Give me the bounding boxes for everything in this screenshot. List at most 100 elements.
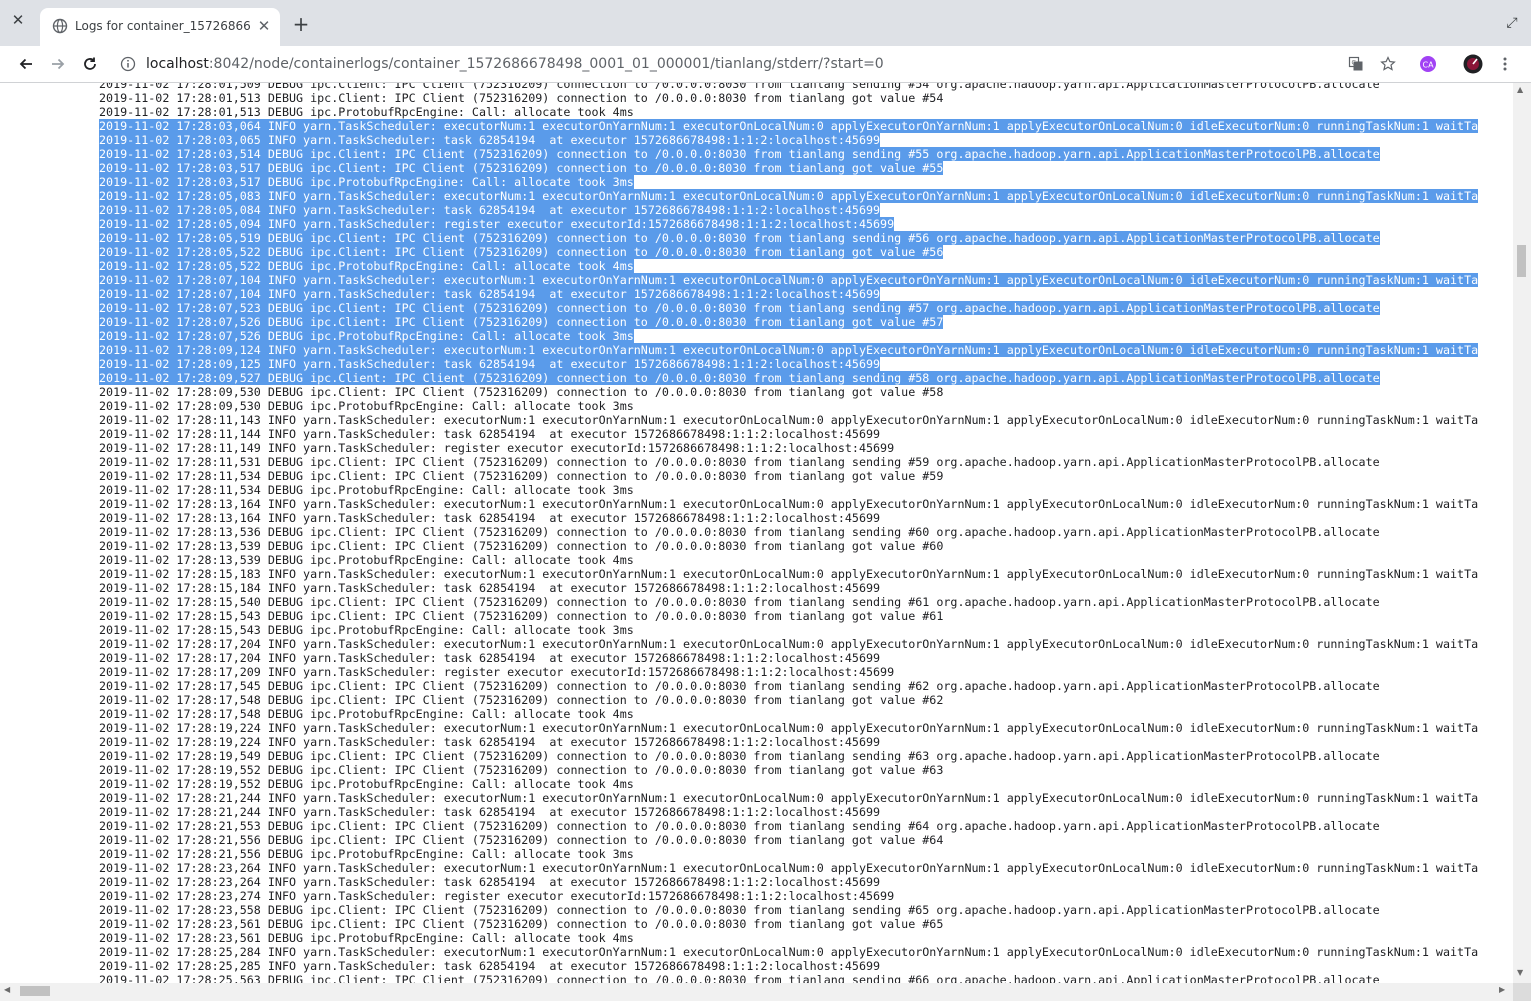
log-line: 2019-11-02 17:28:19,224 INFO yarn.TaskSc…: [99, 721, 1513, 735]
log-line-text-selected: 2019-11-02 17:28:09,125 INFO yarn.TaskSc…: [99, 357, 881, 371]
horizontal-scrollbar[interactable]: ◀ ▶: [0, 983, 1513, 1001]
log-line: 2019-11-02 17:28:21,244 INFO yarn.TaskSc…: [99, 805, 1513, 819]
log-line: 2019-11-02 17:28:07,526 DEBUG ipc.Client…: [99, 315, 1513, 329]
log-line: 2019-11-02 17:28:15,543 DEBUG ipc.Client…: [99, 609, 1513, 623]
menu-icon[interactable]: [1491, 50, 1519, 78]
log-line: 2019-11-02 17:28:09,527 DEBUG ipc.Client…: [99, 371, 1513, 385]
vertical-scrollbar[interactable]: ▲ ▼: [1513, 83, 1531, 983]
log-line-text: 2019-11-02 17:28:09,530 DEBUG ipc.Protob…: [99, 399, 634, 413]
log-line: 2019-11-02 17:28:05,519 DEBUG ipc.Client…: [99, 231, 1513, 245]
log-line: 2019-11-02 17:28:11,534 DEBUG ipc.Client…: [99, 469, 1513, 483]
log-line-text-selected: 2019-11-02 17:28:07,526 DEBUG ipc.Protob…: [99, 329, 634, 343]
log-line: 2019-11-02 17:28:25,285 INFO yarn.TaskSc…: [99, 959, 1513, 973]
log-line-text: 2019-11-02 17:28:01,509 DEBUG ipc.Client…: [99, 83, 1380, 91]
scroll-down-icon[interactable]: ▼: [1517, 968, 1523, 977]
forward-arrow-icon[interactable]: [44, 50, 72, 78]
url-host: localhost: [146, 56, 209, 72]
log-line-text: 2019-11-02 17:28:17,548 DEBUG ipc.Client…: [99, 693, 944, 707]
log-line-text-selected: 2019-11-02 17:28:07,104 INFO yarn.TaskSc…: [99, 287, 881, 301]
log-line-text: 2019-11-02 17:28:01,513 DEBUG ipc.Protob…: [99, 105, 634, 119]
log-line: 2019-11-02 17:28:17,545 DEBUG ipc.Client…: [99, 679, 1513, 693]
info-icon[interactable]: [120, 56, 136, 72]
log-line: 2019-11-02 17:28:11,531 DEBUG ipc.Client…: [99, 455, 1513, 469]
log-line-text: 2019-11-02 17:28:21,556 DEBUG ipc.Client…: [99, 833, 944, 847]
scroll-right-icon[interactable]: ▶: [1499, 985, 1505, 994]
log-line-text-selected: 2019-11-02 17:28:05,083 INFO yarn.TaskSc…: [99, 189, 1479, 203]
log-line: 2019-11-02 17:28:11,144 INFO yarn.TaskSc…: [99, 427, 1513, 441]
log-line-text: 2019-11-02 17:28:23,558 DEBUG ipc.Client…: [99, 903, 1380, 917]
log-line: 2019-11-02 17:28:19,552 DEBUG ipc.Protob…: [99, 777, 1513, 791]
log-line: 2019-11-02 17:28:25,563 DEBUG ipc.Client…: [99, 973, 1513, 983]
log-line: 2019-11-02 17:28:05,083 INFO yarn.TaskSc…: [99, 189, 1513, 203]
log-line-text: 2019-11-02 17:28:25,285 INFO yarn.TaskSc…: [99, 959, 881, 973]
star-icon[interactable]: [1374, 50, 1402, 78]
log-line-text: 2019-11-02 17:28:19,549 DEBUG ipc.Client…: [99, 749, 1380, 763]
address-bar[interactable]: localhost:8042/node/containerlogs/contai…: [146, 55, 884, 73]
log-line-text: 2019-11-02 17:28:25,563 DEBUG ipc.Client…: [99, 973, 1380, 983]
log-line-text: 2019-11-02 17:28:17,204 INFO yarn.TaskSc…: [99, 637, 1479, 651]
log-line: 2019-11-02 17:28:21,556 DEBUG ipc.Protob…: [99, 847, 1513, 861]
vertical-scroll-thumb[interactable]: [1517, 245, 1526, 277]
tab-strip-close-icon[interactable]: ✕: [8, 10, 28, 30]
log-line: 2019-11-02 17:28:21,244 INFO yarn.TaskSc…: [99, 791, 1513, 805]
scroll-left-icon[interactable]: ◀: [4, 985, 10, 994]
new-tab-button[interactable]: +: [290, 13, 312, 35]
log-line: 2019-11-02 17:28:23,264 INFO yarn.TaskSc…: [99, 875, 1513, 889]
log-line-text: 2019-11-02 17:28:19,552 DEBUG ipc.Client…: [99, 763, 944, 777]
log-line-text-selected: 2019-11-02 17:28:05,522 DEBUG ipc.Client…: [99, 245, 944, 259]
log-line-text: 2019-11-02 17:28:13,164 INFO yarn.TaskSc…: [99, 497, 1479, 511]
log-line-text-selected: 2019-11-02 17:28:05,084 INFO yarn.TaskSc…: [99, 203, 881, 217]
translate-icon[interactable]: G: [1342, 50, 1370, 78]
browser-tab[interactable]: Logs for container_1572686678498_0001_01…: [40, 8, 280, 46]
log-line-text: 2019-11-02 17:28:17,209 INFO yarn.TaskSc…: [99, 665, 895, 679]
log-line-text-selected: 2019-11-02 17:28:09,527 DEBUG ipc.Client…: [99, 371, 1380, 385]
log-line-text-selected: 2019-11-02 17:28:03,065 INFO yarn.TaskSc…: [99, 133, 881, 147]
log-line-text: 2019-11-02 17:28:19,224 INFO yarn.TaskSc…: [99, 721, 1479, 735]
log-line: 2019-11-02 17:28:17,204 INFO yarn.TaskSc…: [99, 651, 1513, 665]
log-line-text-selected: 2019-11-02 17:28:07,104 INFO yarn.TaskSc…: [99, 273, 1479, 287]
maximize-icon[interactable]: ⤢: [1502, 13, 1522, 33]
log-line: 2019-11-02 17:28:17,204 INFO yarn.TaskSc…: [99, 637, 1513, 651]
log-line-text: 2019-11-02 17:28:25,284 INFO yarn.TaskSc…: [99, 945, 1479, 959]
log-line-text: 2019-11-02 17:28:19,224 INFO yarn.TaskSc…: [99, 735, 881, 749]
log-line-text: 2019-11-02 17:28:13,164 INFO yarn.TaskSc…: [99, 511, 881, 525]
log-line: 2019-11-02 17:28:19,224 INFO yarn.TaskSc…: [99, 735, 1513, 749]
scrollbar-corner: [1513, 983, 1531, 1001]
log-line-text: 2019-11-02 17:28:09,530 DEBUG ipc.Client…: [99, 385, 944, 399]
log-line-text: 2019-11-02 17:28:21,244 INFO yarn.TaskSc…: [99, 791, 1479, 805]
log-line-text: 2019-11-02 17:28:15,183 INFO yarn.TaskSc…: [99, 567, 1479, 581]
tab-close-icon[interactable]: ✕: [254, 16, 274, 36]
log-line-text: 2019-11-02 17:28:15,540 DEBUG ipc.Client…: [99, 595, 1380, 609]
log-line: 2019-11-02 17:28:03,065 INFO yarn.TaskSc…: [99, 133, 1513, 147]
log-line: 2019-11-02 17:28:05,084 INFO yarn.TaskSc…: [99, 203, 1513, 217]
log-line: 2019-11-02 17:28:23,561 DEBUG ipc.Protob…: [99, 931, 1513, 945]
horizontal-scroll-thumb[interactable]: [20, 986, 50, 996]
scroll-up-icon[interactable]: ▲: [1517, 85, 1523, 94]
log-line-text-selected: 2019-11-02 17:28:03,064 INFO yarn.TaskSc…: [99, 119, 1479, 133]
log-line: 2019-11-02 17:28:15,543 DEBUG ipc.Protob…: [99, 623, 1513, 637]
log-line-text-selected: 2019-11-02 17:28:05,522 DEBUG ipc.Protob…: [99, 259, 634, 273]
log-line: 2019-11-02 17:28:09,530 DEBUG ipc.Protob…: [99, 399, 1513, 413]
log-line: 2019-11-02 17:28:21,556 DEBUG ipc.Client…: [99, 833, 1513, 847]
log-line: 2019-11-02 17:28:23,274 INFO yarn.TaskSc…: [99, 889, 1513, 903]
log-line-text: 2019-11-02 17:28:15,543 DEBUG ipc.Protob…: [99, 623, 634, 637]
log-line-text: 2019-11-02 17:28:17,545 DEBUG ipc.Client…: [99, 679, 1380, 693]
log-line: 2019-11-02 17:28:07,523 DEBUG ipc.Client…: [99, 301, 1513, 315]
reload-icon[interactable]: [76, 50, 104, 78]
log-line-text: 2019-11-02 17:28:21,556 DEBUG ipc.Protob…: [99, 847, 634, 861]
log-line: 2019-11-02 17:28:13,539 DEBUG ipc.Client…: [99, 539, 1513, 553]
log-line-text-selected: 2019-11-02 17:28:05,519 DEBUG ipc.Client…: [99, 231, 1380, 245]
log-line-text: 2019-11-02 17:28:11,149 INFO yarn.TaskSc…: [99, 441, 895, 455]
log-line-text: 2019-11-02 17:28:13,539 DEBUG ipc.Client…: [99, 539, 944, 553]
log-line-text: 2019-11-02 17:28:11,534 DEBUG ipc.Client…: [99, 469, 944, 483]
log-line: 2019-11-02 17:28:03,514 DEBUG ipc.Client…: [99, 147, 1513, 161]
log-line: 2019-11-02 17:28:07,104 INFO yarn.TaskSc…: [99, 287, 1513, 301]
extension-icon[interactable]: CA: [1414, 50, 1442, 78]
log-line-text: 2019-11-02 17:28:17,204 INFO yarn.TaskSc…: [99, 651, 881, 665]
back-arrow-icon[interactable]: [12, 50, 40, 78]
log-line-text-selected: 2019-11-02 17:28:09,124 INFO yarn.TaskSc…: [99, 343, 1479, 357]
log-line: 2019-11-02 17:28:11,149 INFO yarn.TaskSc…: [99, 441, 1513, 455]
log-line: 2019-11-02 17:28:03,517 DEBUG ipc.Protob…: [99, 175, 1513, 189]
log-line: 2019-11-02 17:28:15,184 INFO yarn.TaskSc…: [99, 581, 1513, 595]
profile-icon[interactable]: [1459, 50, 1487, 78]
